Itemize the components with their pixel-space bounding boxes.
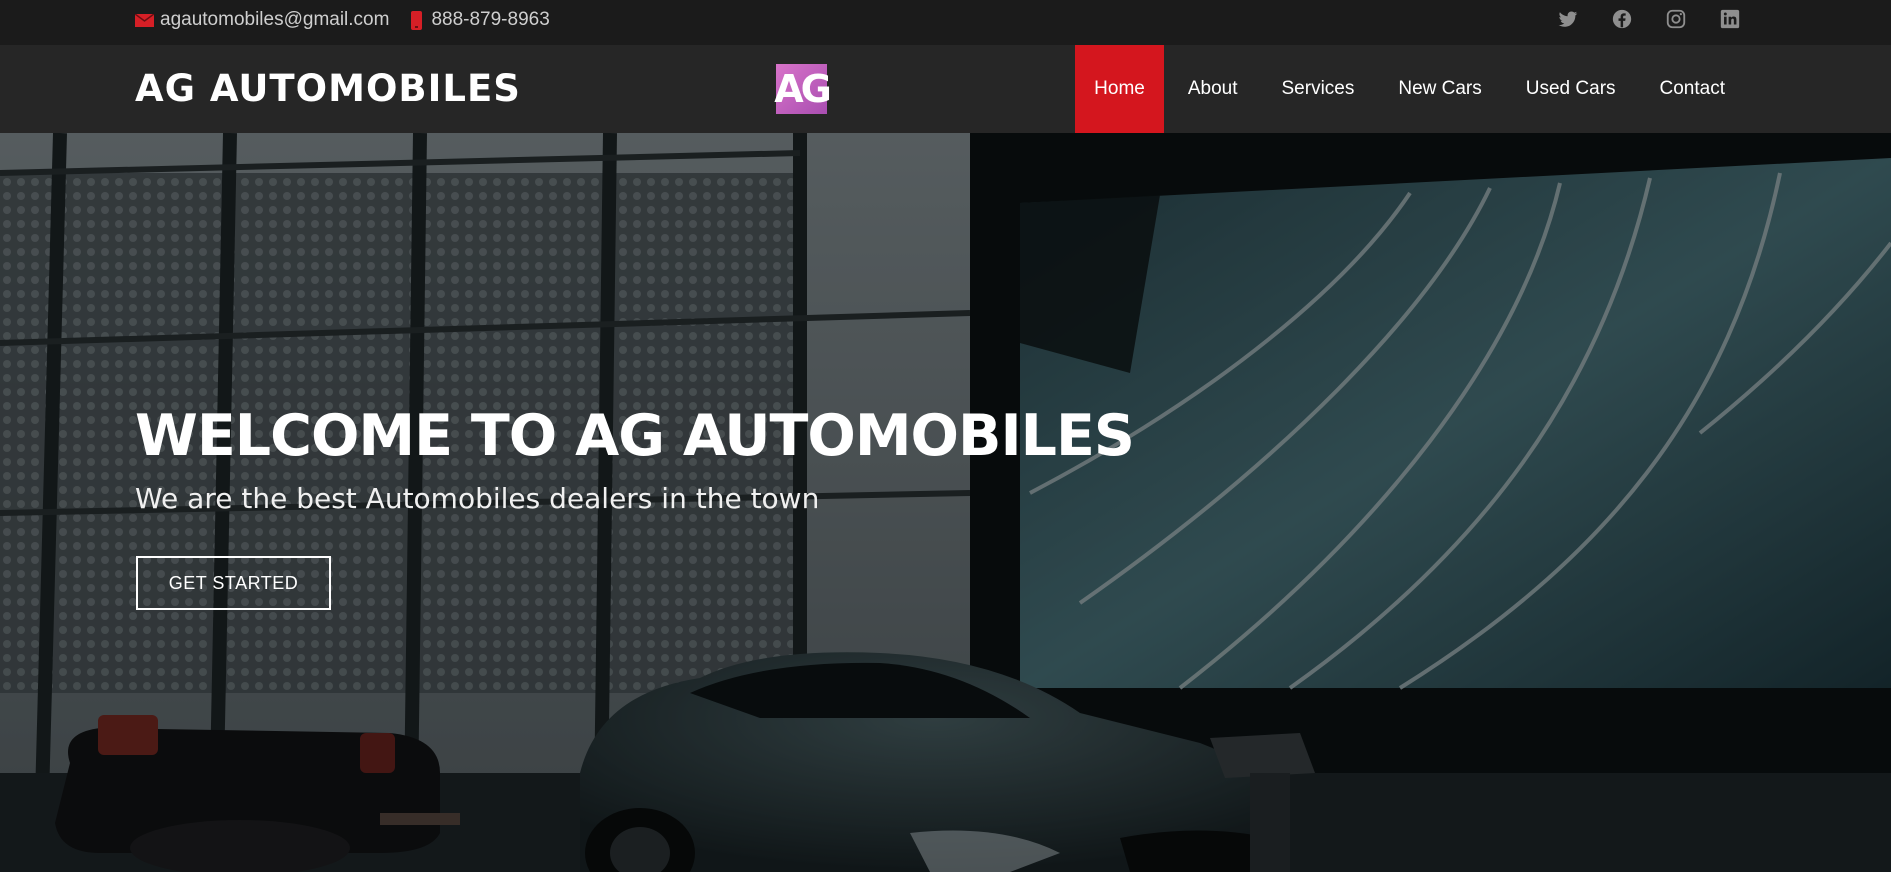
- logo[interactable]: AG: [774, 64, 832, 114]
- email-link[interactable]: agautomobiles@gmail.com: [135, 9, 389, 31]
- facebook-icon[interactable]: [1611, 8, 1635, 32]
- get-started-button[interactable]: GET STARTED: [136, 556, 331, 610]
- phone-icon: [411, 10, 423, 30]
- nav-home[interactable]: Home: [1075, 45, 1164, 133]
- phone-text: 888-879-8963: [431, 9, 550, 30]
- site-header: AG AUTOMOBILES AG Home About Services Ne…: [0, 45, 1891, 133]
- hero-title: WELCOME TO AG AUTOMOBILES: [135, 403, 1135, 469]
- nav-used-cars[interactable]: Used Cars: [1506, 45, 1636, 133]
- phone-link[interactable]: 888-879-8963: [411, 9, 550, 31]
- instagram-icon[interactable]: [1665, 8, 1689, 32]
- contact-info: agautomobiles@gmail.com 888-879-8963: [135, 0, 572, 40]
- nav-services[interactable]: Services: [1262, 45, 1375, 133]
- brand-name[interactable]: AG AUTOMOBILES: [135, 67, 521, 110]
- email-text: agautomobiles@gmail.com: [160, 9, 390, 30]
- nav-contact[interactable]: Contact: [1640, 45, 1745, 133]
- hero-subtitle: We are the best Automobiles dealers in t…: [135, 482, 820, 515]
- top-bar: agautomobiles@gmail.com 888-879-8963: [0, 0, 1891, 45]
- twitter-icon[interactable]: [1557, 8, 1581, 32]
- main-nav: Home About Services New Cars Used Cars C…: [1075, 45, 1745, 133]
- hero-section: WELCOME TO AG AUTOMOBILES We are the bes…: [0, 133, 1891, 872]
- linkedin-icon[interactable]: [1719, 8, 1743, 32]
- envelope-icon: [135, 13, 154, 27]
- nav-about[interactable]: About: [1168, 45, 1258, 133]
- social-links: [1527, 8, 1743, 32]
- nav-new-cars[interactable]: New Cars: [1378, 45, 1501, 133]
